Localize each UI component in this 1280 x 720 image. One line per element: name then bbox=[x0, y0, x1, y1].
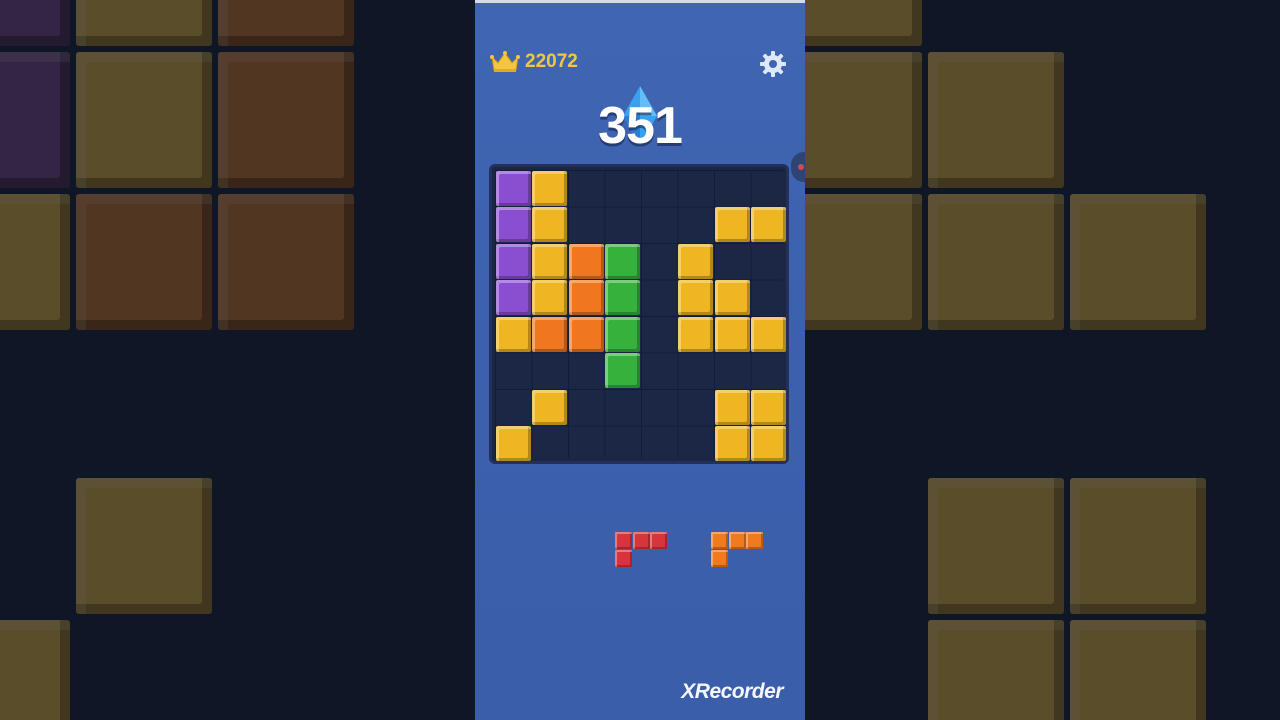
board-block-yellow bbox=[532, 389, 567, 425]
board-block-yellow bbox=[714, 389, 750, 425]
board-block-orange bbox=[568, 243, 604, 279]
board-block-green bbox=[605, 280, 640, 315]
background-block bbox=[928, 52, 1064, 188]
background-block bbox=[0, 0, 70, 46]
board-block-yellow bbox=[532, 170, 567, 206]
background-block bbox=[218, 0, 354, 46]
background-block bbox=[76, 478, 212, 614]
board-block-yellow bbox=[714, 426, 750, 461]
background-block bbox=[76, 0, 212, 46]
background-block bbox=[0, 52, 70, 188]
background-block bbox=[218, 194, 354, 330]
background-block bbox=[928, 620, 1064, 720]
board-block-green bbox=[605, 316, 640, 352]
board-block-purple bbox=[495, 243, 531, 279]
background-block bbox=[786, 0, 922, 46]
board-block-yellow bbox=[678, 280, 713, 315]
background-block bbox=[786, 52, 922, 188]
piece-cell bbox=[711, 549, 728, 567]
piece-cell bbox=[728, 532, 746, 549]
background-block bbox=[1070, 194, 1206, 330]
piece-cell bbox=[615, 549, 632, 567]
board-block-orange bbox=[568, 280, 604, 315]
background-block bbox=[76, 194, 212, 330]
recorder-watermark: XRecorder bbox=[681, 680, 783, 703]
board-block-yellow bbox=[678, 243, 713, 279]
crown-icon bbox=[490, 51, 520, 72]
best-score-value: 22072 bbox=[525, 51, 578, 72]
board-block-purple bbox=[495, 280, 531, 315]
game-screen: 22072 351 XRecorder bbox=[475, 0, 805, 720]
board-block-yellow bbox=[678, 316, 713, 352]
piece-cell bbox=[746, 532, 763, 549]
background-block bbox=[0, 620, 70, 720]
board-block-yellow bbox=[532, 207, 567, 242]
red-dot-icon bbox=[798, 164, 804, 170]
board-block-purple bbox=[495, 170, 531, 206]
piece-cell bbox=[615, 532, 632, 549]
background-block bbox=[928, 194, 1064, 330]
board-block-yellow bbox=[751, 426, 786, 461]
board-block-orange bbox=[532, 316, 567, 352]
board-block-yellow bbox=[751, 316, 786, 352]
board-block-yellow bbox=[532, 280, 567, 315]
best-score-display: 22072 bbox=[489, 50, 578, 74]
board-block-yellow bbox=[714, 207, 750, 242]
board-block-green bbox=[605, 243, 640, 279]
board-block-yellow bbox=[714, 316, 750, 352]
background-block bbox=[928, 478, 1064, 614]
board-block-yellow bbox=[495, 426, 531, 461]
piece-cell bbox=[650, 532, 667, 549]
piece-red-l[interactable] bbox=[615, 532, 667, 567]
board-block-yellow bbox=[532, 243, 567, 279]
board-block-purple bbox=[495, 207, 531, 242]
side-handle[interactable] bbox=[791, 152, 805, 182]
game-board[interactable] bbox=[489, 164, 789, 464]
piece-orange-l[interactable] bbox=[711, 532, 763, 567]
board-block-orange bbox=[568, 316, 604, 352]
board-block-yellow bbox=[495, 316, 531, 352]
background-block bbox=[1070, 478, 1206, 614]
board-block-yellow bbox=[751, 207, 786, 242]
board-block-yellow bbox=[714, 280, 750, 315]
board-block-green bbox=[605, 353, 640, 388]
background-block bbox=[786, 194, 922, 330]
gear-icon[interactable] bbox=[759, 50, 787, 78]
current-score: 351 bbox=[598, 97, 683, 155]
background-block bbox=[218, 52, 354, 188]
background-block bbox=[76, 52, 212, 188]
piece-cell bbox=[711, 532, 728, 549]
background-block bbox=[1070, 620, 1206, 720]
board-block-yellow bbox=[751, 389, 786, 425]
piece-cell bbox=[632, 532, 650, 549]
board-grid[interactable] bbox=[495, 170, 786, 461]
background-block bbox=[0, 194, 70, 330]
